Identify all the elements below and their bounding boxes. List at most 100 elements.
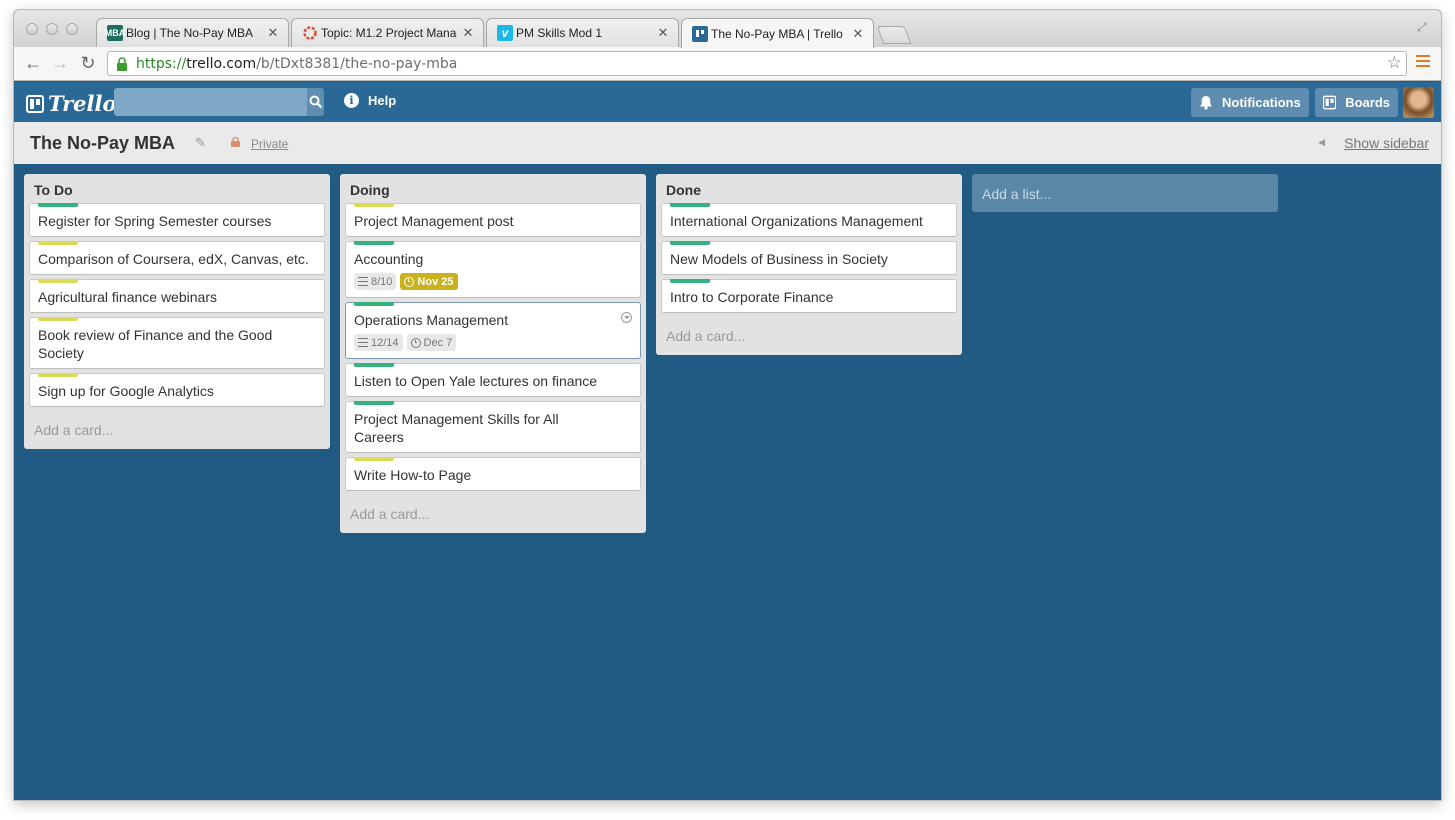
search-button[interactable] bbox=[307, 88, 324, 116]
list-card[interactable]: Register for Spring Semester courses bbox=[29, 203, 325, 237]
list-card[interactable]: Accounting 8/10 Nov 25 bbox=[345, 241, 641, 298]
yellow-label bbox=[38, 279, 78, 283]
card-title: Comparison of Coursera, edX, Canvas, etc… bbox=[38, 251, 309, 267]
card-title: Book review of Finance and the Good Soci… bbox=[38, 327, 273, 361]
browser-window: MBA Blog | The No-Pay MBA ✕ Topic: M1.2 … bbox=[14, 10, 1441, 800]
tab-title: PM Skills Mod 1 bbox=[516, 26, 603, 40]
browser-tab-blog[interactable]: MBA Blog | The No-Pay MBA ✕ bbox=[96, 18, 289, 47]
help-button[interactable]: i Help bbox=[344, 93, 396, 108]
close-tab-icon[interactable]: ✕ bbox=[461, 25, 475, 41]
boards-button[interactable]: Boards bbox=[1315, 88, 1398, 117]
list-card[interactable]: Agricultural finance webinars bbox=[29, 279, 325, 313]
notifications-button[interactable]: Notifications bbox=[1191, 88, 1309, 117]
add-card-button[interactable]: Add a card... bbox=[345, 495, 641, 527]
browser-tab-trello[interactable]: The No-Pay MBA | Trello ✕ bbox=[681, 18, 874, 48]
show-sidebar-link[interactable]: Show sidebar bbox=[1344, 135, 1429, 151]
list-card[interactable]: Comparison of Coursera, edX, Canvas, etc… bbox=[29, 241, 325, 275]
edit-pencil-icon[interactable]: ✎ bbox=[195, 135, 206, 151]
close-tab-icon[interactable]: ✕ bbox=[656, 25, 670, 41]
bookmark-star-icon[interactable]: ☆ bbox=[1387, 53, 1402, 73]
add-card-button[interactable]: Add a card... bbox=[29, 411, 325, 443]
minimize-window-button[interactable] bbox=[46, 23, 58, 35]
due-date-badge: Dec 7 bbox=[406, 334, 457, 351]
add-list-button[interactable]: Add a list... bbox=[972, 174, 1278, 212]
add-card-button[interactable]: Add a card... bbox=[661, 317, 957, 349]
zoom-window-button[interactable] bbox=[66, 23, 78, 35]
card-menu-icon[interactable] bbox=[621, 312, 632, 323]
list-card[interactable]: Project Management Skills for All Career… bbox=[345, 401, 641, 453]
board-title[interactable]: The No-Pay MBA bbox=[30, 133, 175, 154]
card-title: Accounting bbox=[354, 251, 424, 267]
card-title: Register for Spring Semester courses bbox=[38, 213, 272, 229]
yellow-label bbox=[38, 373, 78, 377]
card-badges: 8/10 Nov 25 bbox=[354, 273, 632, 290]
browser-toolbar: ← → ↻ https://trello.com/b/tDxt8381/the-… bbox=[14, 47, 1441, 81]
visibility-link[interactable]: Private bbox=[251, 137, 288, 151]
checklist-icon bbox=[358, 277, 368, 286]
search-icon bbox=[309, 95, 322, 109]
search-input[interactable] bbox=[114, 88, 307, 116]
list-card[interactable]: Write How-to Page bbox=[345, 457, 641, 491]
due-date: Nov 25 bbox=[417, 275, 454, 288]
info-icon: i bbox=[344, 93, 359, 108]
browser-tab-vimeo[interactable]: v PM Skills Mod 1 ✕ bbox=[486, 18, 679, 47]
tab-title: The No-Pay MBA | Trello bbox=[711, 26, 843, 41]
reload-icon[interactable]: ↻ bbox=[78, 53, 98, 73]
due-date-badge: Nov 25 bbox=[400, 273, 458, 290]
list-card[interactable]: Operations Management 12/14 Dec 7 bbox=[345, 302, 641, 359]
back-arrow-icon[interactable]: ← bbox=[23, 53, 43, 73]
private-lock-icon bbox=[231, 137, 240, 147]
clock-icon bbox=[410, 337, 421, 348]
list-card[interactable]: Listen to Open Yale lectures on finance bbox=[345, 363, 641, 397]
url-host: trello.com bbox=[186, 55, 257, 72]
yellow-label bbox=[354, 203, 394, 207]
green-label bbox=[354, 363, 394, 367]
search-box bbox=[114, 88, 324, 116]
list-card[interactable]: Project Management post bbox=[345, 203, 641, 237]
list-name[interactable]: To Do bbox=[29, 182, 325, 203]
trello-logo[interactable]: Trello bbox=[26, 91, 117, 116]
card-title: Project Management Skills for All Career… bbox=[354, 411, 559, 445]
list-card[interactable]: Intro to Corporate Finance bbox=[661, 279, 957, 313]
green-label bbox=[670, 279, 710, 283]
boards-label: Boards bbox=[1345, 95, 1390, 110]
card-title: Write How-to Page bbox=[354, 467, 472, 483]
trello-favicon-icon bbox=[692, 25, 708, 42]
address-bar[interactable]: https://trello.com/b/tDxt8381/the-no-pay… bbox=[107, 51, 1407, 76]
browser-tab-topic[interactable]: Topic: M1.2 Project Manag ✕ bbox=[291, 18, 484, 47]
card-title: International Organizations Management bbox=[670, 213, 923, 229]
new-tab-button[interactable] bbox=[876, 26, 912, 44]
green-label bbox=[354, 302, 394, 306]
trello-board-icon bbox=[26, 94, 44, 113]
chrome-menu-icon[interactable] bbox=[1416, 55, 1430, 69]
close-tab-icon[interactable]: ✕ bbox=[266, 25, 280, 41]
card-title: Project Management post bbox=[354, 213, 514, 229]
list-card[interactable]: Sign up for Google Analytics bbox=[29, 373, 325, 407]
card-title: Operations Management bbox=[354, 312, 509, 328]
checklist-count: 12/14 bbox=[371, 336, 399, 349]
mba-favicon-icon: MBA bbox=[105, 25, 125, 41]
green-label bbox=[354, 401, 394, 405]
boards-icon bbox=[1323, 95, 1337, 110]
clock-icon bbox=[404, 276, 415, 287]
close-window-button[interactable] bbox=[26, 23, 38, 35]
tab-title: Blog | The No-Pay MBA bbox=[126, 26, 253, 40]
help-label: Help bbox=[368, 93, 397, 108]
trello-header: Trello i Help Notifications Boards bbox=[14, 82, 1441, 122]
fullscreen-icon[interactable]: ⤢ bbox=[1417, 20, 1431, 34]
list-name[interactable]: Doing bbox=[345, 182, 641, 203]
user-avatar[interactable] bbox=[1403, 87, 1434, 118]
list-card[interactable]: Book review of Finance and the Good Soci… bbox=[29, 317, 325, 369]
close-tab-icon[interactable]: ✕ bbox=[851, 26, 865, 42]
notifications-label: Notifications bbox=[1222, 95, 1301, 110]
list-doing: Doing Project Management post Accounting… bbox=[340, 174, 646, 533]
list-card[interactable]: International Organizations Management bbox=[661, 203, 957, 237]
forward-arrow-icon[interactable]: → bbox=[50, 53, 70, 73]
list-name[interactable]: Done bbox=[661, 182, 957, 203]
list-card[interactable]: New Models of Business in Society bbox=[661, 241, 957, 275]
yellow-label bbox=[38, 317, 78, 321]
green-label bbox=[38, 203, 78, 207]
secure-lock-icon bbox=[117, 56, 127, 71]
card-title: Sign up for Google Analytics bbox=[38, 383, 214, 399]
green-label bbox=[354, 241, 394, 245]
